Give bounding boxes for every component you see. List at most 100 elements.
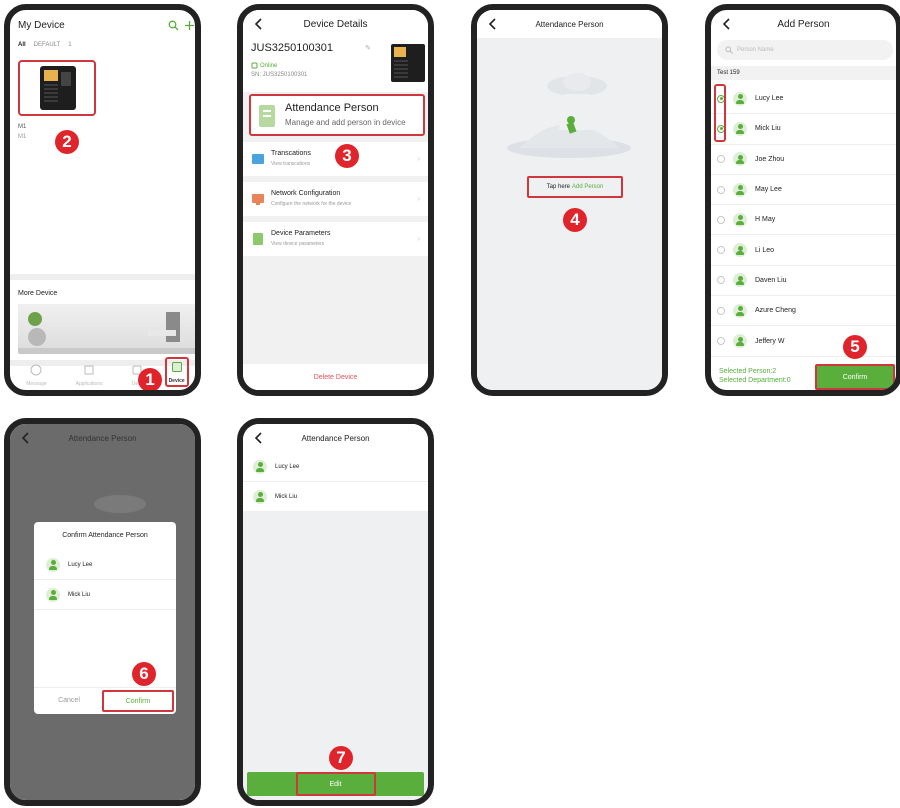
person-row[interactable]: May Lee	[711, 175, 896, 206]
network-sub: Configure the network for the device	[271, 201, 352, 207]
header-title: Attendance Person	[68, 433, 137, 443]
parameters-icon	[253, 233, 263, 245]
back-icon[interactable]	[485, 16, 501, 32]
nav-applications-label: Applications	[75, 381, 103, 387]
tap-here-text: Tap here	[546, 184, 570, 190]
filter-count[interactable]: 1	[68, 42, 71, 48]
edit-name-icon[interactable]: ✎	[365, 44, 371, 52]
filter-default[interactable]: DEFAULT	[34, 42, 61, 48]
nav-message[interactable]: Message	[16, 363, 56, 387]
person-doc-icon	[259, 105, 275, 127]
search-placeholder: Person Name	[737, 47, 774, 53]
phone-side-button	[428, 120, 434, 164]
person-avatar-icon	[253, 459, 267, 474]
edit-button[interactable]: Edit	[295, 772, 376, 796]
cancel-label: Cancel	[58, 696, 80, 704]
nav-message-label: Message	[26, 381, 47, 387]
person-row[interactable]: Mick Liu	[711, 114, 896, 145]
transactions-sub: View transcations	[271, 161, 311, 167]
confirm-dialog: Confirm Attendance Person Lucy Lee Mick …	[34, 522, 176, 714]
confirm-button[interactable]: Confirm	[815, 364, 895, 390]
page-title: My Device	[18, 20, 65, 31]
attendance-person-name: Mick Liu	[275, 493, 298, 500]
add-icon[interactable]	[184, 20, 195, 31]
select-radio[interactable]	[717, 337, 725, 346]
select-radio[interactable]	[717, 155, 725, 164]
step-marker-3: 3	[335, 144, 359, 168]
menu-item-network[interactable]: Network Configuration Configure the netw…	[243, 182, 428, 216]
nav-device-label: Device	[168, 378, 185, 384]
person-avatar-icon	[733, 152, 747, 167]
selected-person-text: Selected Person:2	[719, 368, 777, 375]
device-image	[391, 44, 425, 82]
device-card[interactable]	[18, 60, 96, 116]
attendance-title: Attendance Person	[285, 102, 379, 114]
more-device-title: More Device	[18, 290, 58, 297]
search-icon	[725, 46, 733, 54]
nav-applications[interactable]: Applications	[69, 363, 109, 387]
filter-all[interactable]: All	[18, 42, 26, 48]
person-row[interactable]: Lucy Lee	[711, 84, 896, 115]
header-title: Attendance Person	[301, 433, 370, 443]
person-avatar-icon	[46, 587, 60, 602]
phone-side-button	[896, 120, 900, 164]
phone-attendance-list: Attendance Person Lucy Lee Mick Liu 7 Ed…	[237, 418, 434, 806]
person-row[interactable]: Li Leo	[711, 236, 896, 266]
step-marker-1: 1	[138, 368, 162, 390]
attendance-person-row[interactable]: Lucy Lee	[243, 452, 428, 482]
select-radio[interactable]	[717, 215, 725, 224]
chevron-right-icon: ›	[417, 234, 420, 243]
person-avatar-icon	[733, 212, 747, 227]
banner-image[interactable]	[18, 304, 195, 354]
back-icon[interactable]	[18, 430, 34, 446]
header-title: Add Person	[777, 18, 830, 30]
select-radio[interactable]	[717, 185, 725, 194]
person-row[interactable]: Joe Zhou	[711, 145, 896, 175]
nav-device[interactable]: Device	[164, 357, 189, 387]
dialog-person-row: Lucy Lee	[34, 550, 176, 580]
search-icon[interactable]	[168, 20, 179, 31]
phone-side-button	[195, 534, 201, 578]
attendance-person-row[interactable]: Mick Liu	[243, 482, 428, 512]
back-icon[interactable]	[251, 430, 267, 446]
menu-item-parameters[interactable]: Device Parameters View device parameters…	[243, 222, 428, 256]
network-icon	[252, 194, 264, 205]
person-name: Mick Liu	[755, 125, 781, 133]
person-name: Li Leo	[755, 246, 775, 254]
delete-device-label: Delete Device	[313, 373, 358, 381]
attendance-person-item[interactable]: Attendance Person Manage and add person …	[249, 94, 425, 136]
edit-bar: Edit	[247, 772, 424, 796]
confirm-label: Confirm	[842, 373, 868, 381]
back-icon[interactable]	[251, 16, 267, 32]
person-avatar-icon	[253, 489, 267, 504]
device-sn: JUS3250100301	[251, 42, 333, 54]
select-radio[interactable]	[717, 276, 725, 285]
dialog-title: Confirm Attendance Person	[62, 532, 148, 539]
person-row[interactable]: H May	[711, 205, 896, 236]
search-bar[interactable]: Person Name	[717, 40, 893, 60]
add-person-link[interactable]: Add Person	[572, 184, 603, 190]
back-icon[interactable]	[719, 16, 735, 32]
cancel-button[interactable]: Cancel	[34, 690, 104, 710]
empty-state-illustration	[507, 73, 631, 158]
person-row[interactable]: Daven Liu	[711, 266, 896, 297]
attendance-sub: Manage and add person in device	[285, 118, 406, 127]
person-row[interactable]: Jeffery W	[711, 326, 896, 357]
group-header: Test 159	[711, 66, 896, 80]
chevron-right-icon: ›	[417, 154, 420, 163]
delete-device-button[interactable]: Delete Device	[243, 364, 428, 390]
person-row[interactable]: Azure Cheng	[711, 296, 896, 327]
dialog-confirm-label: Confirm	[125, 697, 151, 705]
network-title: Network Configuration	[271, 190, 341, 197]
dialog-confirm-button[interactable]: Confirm	[102, 690, 174, 712]
select-radio[interactable]	[717, 246, 725, 255]
select-radio[interactable]	[717, 306, 725, 315]
person-name: Lucy Lee	[755, 95, 784, 103]
add-person-prompt[interactable]: Tap here Add Person	[527, 176, 623, 198]
applications-icon	[84, 365, 94, 375]
step-marker-5: 5	[843, 335, 867, 359]
header-title: Device Details	[303, 18, 368, 30]
sn-line: SN: JUS3250100301	[251, 72, 308, 78]
person-avatar-icon	[733, 334, 747, 349]
phone-my-device: My Device All DEFAULT 1 2 M1 M1 More Dev…	[4, 4, 201, 396]
